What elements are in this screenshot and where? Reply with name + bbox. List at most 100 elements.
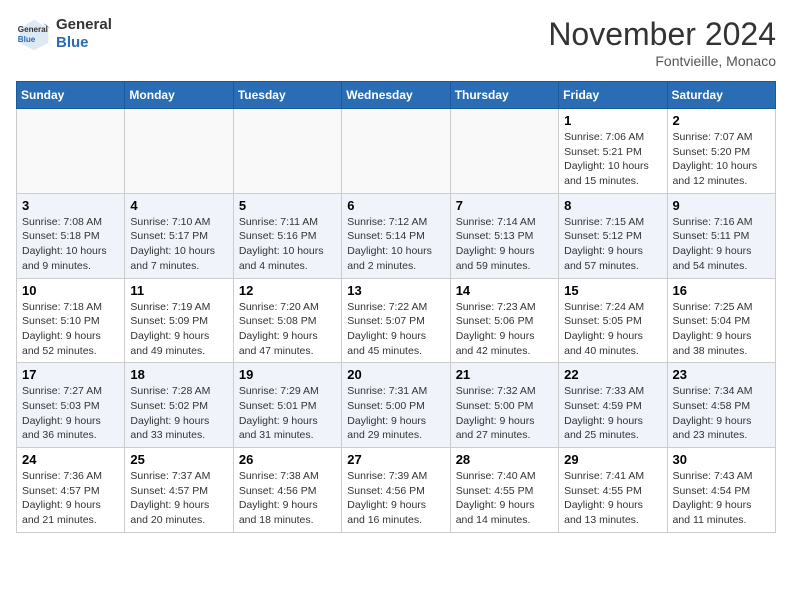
day-info: Sunrise: 7:20 AM Sunset: 5:08 PM Dayligh… bbox=[239, 300, 336, 359]
day-info: Sunrise: 7:27 AM Sunset: 5:03 PM Dayligh… bbox=[22, 384, 119, 443]
day-number: 11 bbox=[130, 283, 227, 298]
day-number: 10 bbox=[22, 283, 119, 298]
calendar-week-3: 10 Sunrise: 7:18 AM Sunset: 5:10 PM Dayli… bbox=[17, 278, 776, 363]
day-number: 2 bbox=[673, 113, 770, 128]
day-number: 25 bbox=[130, 452, 227, 467]
calendar-week-4: 17Sunrise: 7:27 AM Sunset: 5:03 PM Dayli… bbox=[17, 363, 776, 448]
svg-text:Blue: Blue bbox=[18, 35, 36, 44]
day-info: Sunrise: 7:19 AM Sunset: 5:09 PM Dayligh… bbox=[130, 300, 227, 359]
day-number: 26 bbox=[239, 452, 336, 467]
calendar-cell: 16Sunrise: 7:25 AM Sunset: 5:04 PM Dayli… bbox=[667, 278, 775, 363]
calendar-cell bbox=[450, 109, 558, 194]
day-info: Sunrise: 7:18 AM Sunset: 5:10 PM Dayligh… bbox=[22, 300, 119, 359]
day-info: Sunrise: 7:37 AM Sunset: 4:57 PM Dayligh… bbox=[130, 469, 227, 528]
day-info: Sunrise: 7:36 AM Sunset: 4:57 PM Dayligh… bbox=[22, 469, 119, 528]
day-info: Sunrise: 7:22 AM Sunset: 5:07 PM Dayligh… bbox=[347, 300, 444, 359]
day-number: 29 bbox=[564, 452, 661, 467]
calendar-cell: 25 Sunrise: 7:37 AM Sunset: 4:57 PM Dayli… bbox=[125, 448, 233, 533]
col-friday: Friday bbox=[559, 82, 667, 109]
calendar-cell: 29 Sunrise: 7:41 AM Sunset: 4:55 PM Dayli… bbox=[559, 448, 667, 533]
logo-general: General bbox=[56, 16, 112, 33]
day-info: Sunrise: 7:06 AM Sunset: 5:21 PM Dayligh… bbox=[564, 130, 661, 189]
calendar-cell: 1Sunrise: 7:06 AM Sunset: 5:21 PM Daylig… bbox=[559, 109, 667, 194]
calendar-cell: 17Sunrise: 7:27 AM Sunset: 5:03 PM Dayli… bbox=[17, 363, 125, 448]
calendar-cell: 20 Sunrise: 7:31 AM Sunset: 5:00 PM Dayli… bbox=[342, 363, 450, 448]
day-info: Sunrise: 7:40 AM Sunset: 4:55 PM Dayligh… bbox=[456, 469, 553, 528]
day-number: 8 bbox=[564, 198, 661, 213]
calendar-cell bbox=[342, 109, 450, 194]
calendar-week-2: 3 Sunrise: 7:08 AM Sunset: 5:18 PM Daylig… bbox=[17, 193, 776, 278]
day-number: 3 bbox=[22, 198, 119, 213]
day-number: 23 bbox=[673, 367, 770, 382]
day-number: 24 bbox=[22, 452, 119, 467]
calendar-cell: 13 Sunrise: 7:22 AM Sunset: 5:07 PM Dayli… bbox=[342, 278, 450, 363]
calendar-cell: 22Sunrise: 7:33 AM Sunset: 4:59 PM Dayli… bbox=[559, 363, 667, 448]
day-number: 5 bbox=[239, 198, 336, 213]
day-number: 7 bbox=[456, 198, 553, 213]
calendar-cell: 5Sunrise: 7:11 AM Sunset: 5:16 PM Daylig… bbox=[233, 193, 341, 278]
day-number: 9 bbox=[673, 198, 770, 213]
day-number: 6 bbox=[347, 198, 444, 213]
page-header: General Blue General Blue November 2024 … bbox=[16, 16, 776, 69]
day-info: Sunrise: 7:10 AM Sunset: 5:17 PM Dayligh… bbox=[130, 215, 227, 274]
day-info: Sunrise: 7:43 AM Sunset: 4:54 PM Dayligh… bbox=[673, 469, 770, 528]
logo-icon: General Blue bbox=[16, 16, 52, 52]
calendar-cell: 19 Sunrise: 7:29 AM Sunset: 5:01 PM Dayli… bbox=[233, 363, 341, 448]
month-title: November 2024 bbox=[548, 16, 776, 53]
title-block: November 2024 Fontvieille, Monaco bbox=[548, 16, 776, 69]
day-info: Sunrise: 7:07 AM Sunset: 5:20 PM Dayligh… bbox=[673, 130, 770, 189]
calendar-cell: 11 Sunrise: 7:19 AM Sunset: 5:09 PM Dayli… bbox=[125, 278, 233, 363]
calendar-cell bbox=[233, 109, 341, 194]
calendar-cell: 18Sunrise: 7:28 AM Sunset: 5:02 PM Dayli… bbox=[125, 363, 233, 448]
calendar-cell: 28 Sunrise: 7:40 AM Sunset: 4:55 PM Dayli… bbox=[450, 448, 558, 533]
calendar-cell: 14Sunrise: 7:23 AM Sunset: 5:06 PM Dayli… bbox=[450, 278, 558, 363]
day-number: 27 bbox=[347, 452, 444, 467]
calendar-cell: 3 Sunrise: 7:08 AM Sunset: 5:18 PM Daylig… bbox=[17, 193, 125, 278]
day-number: 20 bbox=[347, 367, 444, 382]
day-info: Sunrise: 7:33 AM Sunset: 4:59 PM Dayligh… bbox=[564, 384, 661, 443]
day-number: 19 bbox=[239, 367, 336, 382]
day-info: Sunrise: 7:29 AM Sunset: 5:01 PM Dayligh… bbox=[239, 384, 336, 443]
day-info: Sunrise: 7:15 AM Sunset: 5:12 PM Dayligh… bbox=[564, 215, 661, 274]
day-info: Sunrise: 7:39 AM Sunset: 4:56 PM Dayligh… bbox=[347, 469, 444, 528]
col-tuesday: Tuesday bbox=[233, 82, 341, 109]
calendar-cell: 9Sunrise: 7:16 AM Sunset: 5:11 PM Daylig… bbox=[667, 193, 775, 278]
calendar-cell: 7 Sunrise: 7:14 AM Sunset: 5:13 PM Daylig… bbox=[450, 193, 558, 278]
day-info: Sunrise: 7:12 AM Sunset: 5:14 PM Dayligh… bbox=[347, 215, 444, 274]
logo: General Blue General Blue bbox=[16, 16, 112, 52]
calendar-cell: 8 Sunrise: 7:15 AM Sunset: 5:12 PM Daylig… bbox=[559, 193, 667, 278]
svg-text:General: General bbox=[18, 25, 48, 34]
calendar-cell: 27 Sunrise: 7:39 AM Sunset: 4:56 PM Dayli… bbox=[342, 448, 450, 533]
calendar-cell: 10 Sunrise: 7:18 AM Sunset: 5:10 PM Dayli… bbox=[17, 278, 125, 363]
day-info: Sunrise: 7:25 AM Sunset: 5:04 PM Dayligh… bbox=[673, 300, 770, 359]
calendar-cell: 2 Sunrise: 7:07 AM Sunset: 5:20 PM Daylig… bbox=[667, 109, 775, 194]
day-info: Sunrise: 7:08 AM Sunset: 5:18 PM Dayligh… bbox=[22, 215, 119, 274]
day-info: Sunrise: 7:32 AM Sunset: 5:00 PM Dayligh… bbox=[456, 384, 553, 443]
day-number: 12 bbox=[239, 283, 336, 298]
day-info: Sunrise: 7:14 AM Sunset: 5:13 PM Dayligh… bbox=[456, 215, 553, 274]
day-info: Sunrise: 7:41 AM Sunset: 4:55 PM Dayligh… bbox=[564, 469, 661, 528]
logo-blue: Blue bbox=[56, 34, 89, 51]
calendar-cell: 12 Sunrise: 7:20 AM Sunset: 5:08 PM Dayli… bbox=[233, 278, 341, 363]
calendar-header-row: Sunday Monday Tuesday Wednesday Thursday… bbox=[17, 82, 776, 109]
calendar-cell: 23 Sunrise: 7:34 AM Sunset: 4:58 PM Dayli… bbox=[667, 363, 775, 448]
day-info: Sunrise: 7:34 AM Sunset: 4:58 PM Dayligh… bbox=[673, 384, 770, 443]
day-number: 28 bbox=[456, 452, 553, 467]
day-number: 21 bbox=[456, 367, 553, 382]
calendar-cell: 6 Sunrise: 7:12 AM Sunset: 5:14 PM Daylig… bbox=[342, 193, 450, 278]
calendar-cell: 30 Sunrise: 7:43 AM Sunset: 4:54 PM Dayli… bbox=[667, 448, 775, 533]
calendar-cell: 21 Sunrise: 7:32 AM Sunset: 5:00 PM Dayli… bbox=[450, 363, 558, 448]
day-info: Sunrise: 7:38 AM Sunset: 4:56 PM Dayligh… bbox=[239, 469, 336, 528]
calendar-week-1: 1Sunrise: 7:06 AM Sunset: 5:21 PM Daylig… bbox=[17, 109, 776, 194]
col-thursday: Thursday bbox=[450, 82, 558, 109]
day-info: Sunrise: 7:31 AM Sunset: 5:00 PM Dayligh… bbox=[347, 384, 444, 443]
day-number: 14 bbox=[456, 283, 553, 298]
calendar-cell bbox=[125, 109, 233, 194]
calendar-cell: 26 Sunrise: 7:38 AM Sunset: 4:56 PM Dayli… bbox=[233, 448, 341, 533]
day-number: 18 bbox=[130, 367, 227, 382]
day-number: 30 bbox=[673, 452, 770, 467]
calendar-week-5: 24 Sunrise: 7:36 AM Sunset: 4:57 PM Dayli… bbox=[17, 448, 776, 533]
calendar-cell: 24 Sunrise: 7:36 AM Sunset: 4:57 PM Dayli… bbox=[17, 448, 125, 533]
day-number: 13 bbox=[347, 283, 444, 298]
calendar-cell bbox=[17, 109, 125, 194]
